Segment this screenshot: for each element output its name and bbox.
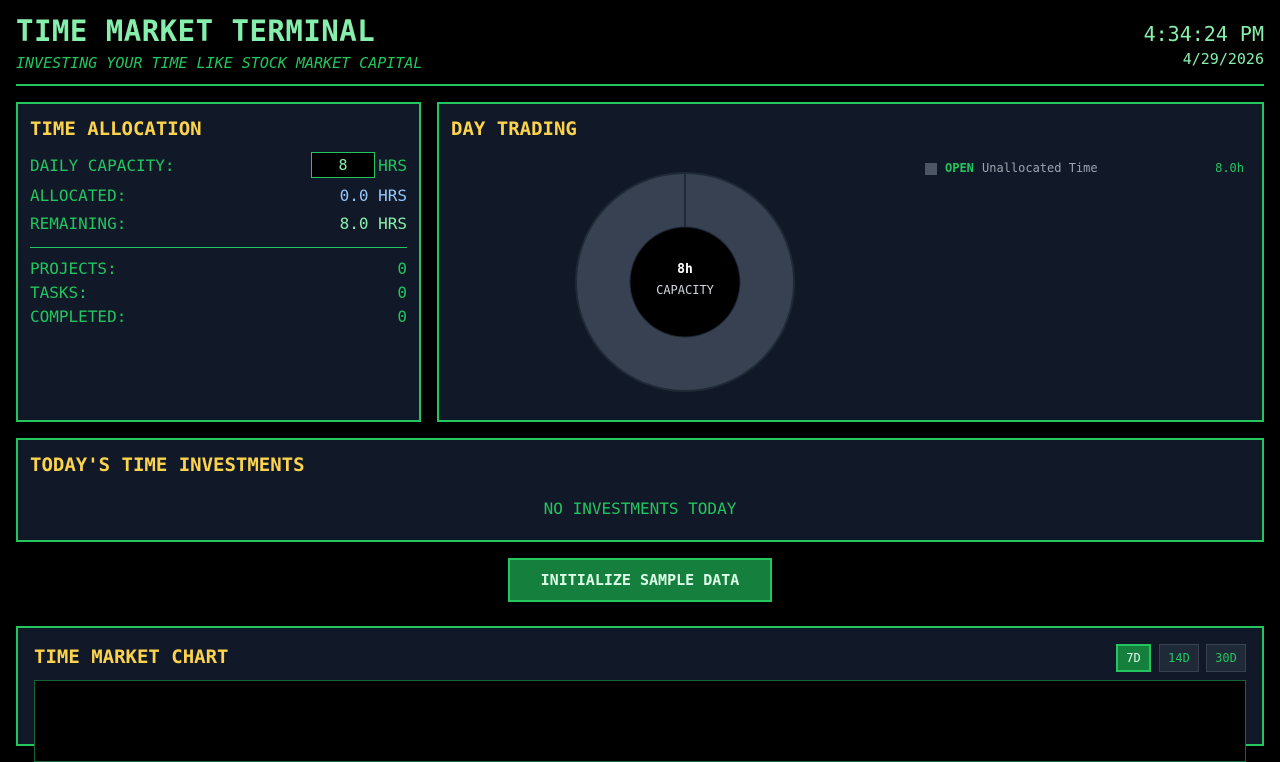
remaining-value: 8.0 HRS: [339, 214, 407, 233]
daily-capacity-row: DAILY CAPACITY: HRS: [30, 152, 407, 178]
time-market-chart-title: TIME MARKET CHART: [34, 646, 229, 668]
time-allocation-title: TIME ALLOCATION: [30, 118, 202, 140]
donut-center-value: 8h: [677, 262, 693, 277]
tasks-value: 0: [397, 283, 407, 302]
donut-hole: [629, 226, 741, 338]
day-trading-panel: DAY TRADING 8h CAPACITY OPEN Unallocated…: [437, 102, 1264, 422]
completed-row: COMPLETED: 0: [30, 307, 407, 329]
projects-value: 0: [397, 259, 407, 278]
clock-time: 4:34:24 PM: [1143, 22, 1264, 46]
app-title: TIME MARKET TERMINAL: [16, 14, 376, 48]
day-trading-title: DAY TRADING: [451, 118, 577, 140]
remaining-row: REMAINING: 8.0 HRS: [30, 214, 407, 236]
app-subtitle: INVESTING YOUR TIME LIKE STOCK MARKET CA…: [16, 54, 423, 72]
daily-capacity-input[interactable]: [311, 152, 375, 178]
remaining-label: REMAINING:: [30, 214, 127, 233]
legend-swatch: [925, 163, 937, 175]
range-14d-button[interactable]: 14D: [1159, 644, 1199, 672]
projects-row: PROJECTS: 0: [30, 259, 407, 281]
capacity-donut: 8h CAPACITY: [575, 172, 795, 392]
donut-center-label: CAPACITY: [656, 283, 714, 297]
app-header: TIME MARKET TERMINAL INVESTING YOUR TIME…: [16, 0, 1264, 86]
clock-date: 4/29/2026: [1182, 50, 1264, 68]
time-market-chart-panel: TIME MARKET CHART 7D 14D 30D: [16, 626, 1264, 762]
tasks-label: TASKS:: [30, 283, 88, 302]
investments-panel: TODAY'S TIME INVESTMENTS NO INVESTMENTS …: [16, 438, 1264, 542]
legend-label: Unallocated Time: [982, 161, 1098, 175]
capacity-donut-chart: [575, 172, 795, 392]
daily-capacity-label: DAILY CAPACITY:: [30, 156, 175, 175]
range-30d-button[interactable]: 30D: [1206, 644, 1246, 672]
tasks-row: TASKS: 0: [30, 283, 407, 305]
allocated-value: 0.0 HRS: [339, 186, 407, 205]
legend-status: OPEN: [945, 161, 974, 175]
time-market-chart-area[interactable]: [34, 680, 1246, 762]
investments-title: TODAY'S TIME INVESTMENTS: [30, 454, 305, 476]
completed-label: COMPLETED:: [30, 307, 127, 326]
initialize-sample-data-button[interactable]: INITIALIZE SAMPLE DATA: [508, 558, 772, 602]
legend-item-unallocated[interactable]: OPEN Unallocated Time 8.0h: [925, 160, 1244, 178]
projects-label: PROJECTS:: [30, 259, 117, 278]
allocated-label: ALLOCATED:: [30, 186, 127, 205]
legend-value: 8.0h: [1215, 161, 1244, 175]
allocated-row: ALLOCATED: 0.0 HRS: [30, 186, 407, 208]
time-allocation-panel: TIME ALLOCATION DAILY CAPACITY: HRS ALLO…: [16, 102, 421, 422]
completed-value: 0: [397, 307, 407, 326]
range-7d-button[interactable]: 7D: [1116, 644, 1151, 672]
investments-empty-state: NO INVESTMENTS TODAY: [543, 499, 737, 518]
daily-capacity-unit: HRS: [378, 156, 407, 175]
allocation-divider: [30, 247, 407, 248]
